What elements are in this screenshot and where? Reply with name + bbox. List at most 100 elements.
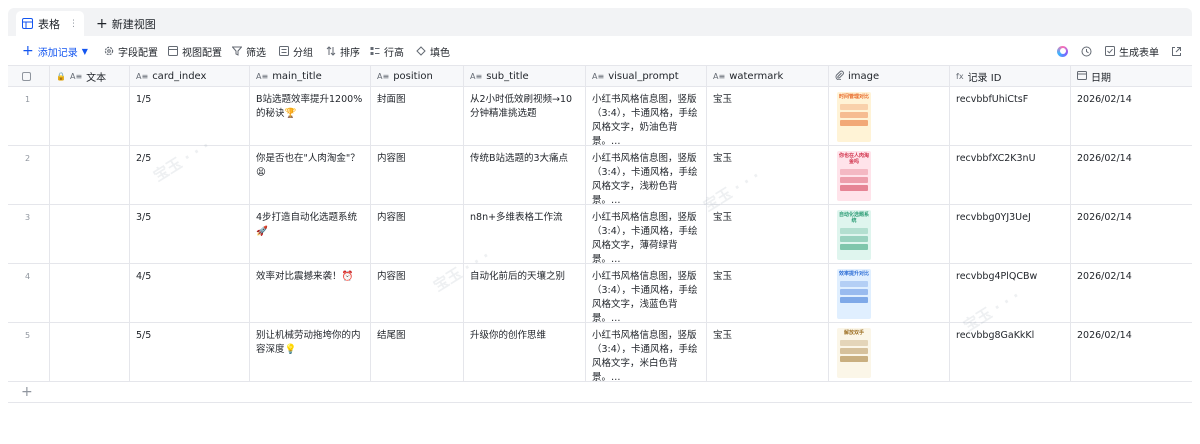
- gear-icon: [104, 46, 114, 56]
- text-cell[interactable]: [50, 146, 130, 205]
- generate-form-label: 生成表单: [1119, 47, 1159, 59]
- date-cell[interactable]: 2026/02/14: [1071, 146, 1192, 205]
- record-id-cell[interactable]: recvbbfUhiCtsF: [950, 87, 1071, 146]
- sub-title-cell[interactable]: 自动化前后的天壤之别: [464, 264, 586, 323]
- image-thumbnail[interactable]: 解放双手: [837, 328, 871, 378]
- watermark-cell[interactable]: 宝玉: [707, 323, 829, 382]
- more-vertical-icon[interactable]: ⋮: [69, 19, 78, 29]
- record-id-cell[interactable]: recvbbg0YJ3UeJ: [950, 205, 1071, 264]
- image-thumbnail[interactable]: 效率提升对比: [837, 269, 871, 319]
- visual-prompt-cell[interactable]: 小红书风格信息图，竖版（3:4），卡通风格，手绘风格文字，浅粉色背景。…: [586, 146, 707, 205]
- column-header-visual-prompt[interactable]: A≡ visual_prompt: [586, 66, 707, 87]
- row-height-button[interactable]: 行高: [370, 36, 404, 66]
- sub-title-cell-text: 从2小时低效刷视频→10分钟精准挑选题: [470, 94, 573, 119]
- image-cell[interactable]: 解放双手: [829, 323, 950, 382]
- column-header-main-title[interactable]: A≡ main_title: [250, 66, 371, 87]
- ai-assistant-button[interactable]: [1057, 36, 1068, 66]
- field-config-button[interactable]: 字段配置: [104, 36, 158, 66]
- column-header-card-index[interactable]: A≡ card_index: [130, 66, 250, 87]
- share-icon: [1171, 46, 1182, 57]
- position-cell[interactable]: 内容图: [371, 205, 464, 264]
- card-index-cell[interactable]: 1/5: [130, 87, 250, 146]
- date-cell[interactable]: 2026/02/14: [1071, 264, 1192, 323]
- select-all-header[interactable]: [8, 66, 50, 87]
- view-config-button[interactable]: 视图配置: [168, 36, 222, 66]
- column-header-record-id[interactable]: fx 记录 ID: [950, 66, 1071, 87]
- fill-color-button[interactable]: 填色: [416, 36, 450, 66]
- add-record-button[interactable]: + 添加记录 ▼: [22, 36, 88, 66]
- position-cell-text: 内容图: [377, 271, 406, 282]
- card-index-cell[interactable]: 2/5: [130, 146, 250, 205]
- date-cell[interactable]: 2026/02/14: [1071, 87, 1192, 146]
- text-cell[interactable]: [50, 264, 130, 323]
- filter-button[interactable]: 筛选: [232, 36, 266, 66]
- column-header-label: watermark: [729, 70, 784, 82]
- thumbnail-graphic: [840, 289, 868, 295]
- image-thumbnail[interactable]: 自动化选题系统: [837, 210, 871, 260]
- position-cell[interactable]: 内容图: [371, 264, 464, 323]
- main-title-cell[interactable]: B站选题效率提升1200%的秘诀🏆: [250, 87, 371, 146]
- visual-prompt-cell[interactable]: 小红书风格信息图，竖版（3:4），卡通风格，手绘风格文字，薄荷绿背景。…: [586, 205, 707, 264]
- main-title-cell[interactable]: 效率对比震撼来袭！⏰: [250, 264, 371, 323]
- select-all-checkbox[interactable]: [22, 71, 31, 81]
- record-id-cell[interactable]: recvbbfXC2K3nU: [950, 146, 1071, 205]
- column-header-position[interactable]: A≡ position: [371, 66, 464, 87]
- main-title-cell[interactable]: 别让机械劳动拖垮你的内容深度💡: [250, 323, 371, 382]
- generate-form-button[interactable]: 生成表单: [1105, 36, 1159, 66]
- record-id-cell[interactable]: recvbbg8GaKkKl: [950, 323, 1071, 382]
- sub-title-cell[interactable]: 升级你的创作思维: [464, 323, 586, 382]
- field-config-label: 字段配置: [118, 47, 158, 59]
- image-cell[interactable]: 你也在人肉淘金吗: [829, 146, 950, 205]
- tab-table[interactable]: 表格 ⋮: [16, 11, 84, 36]
- column-header-sub-title[interactable]: A≡ sub_title: [464, 66, 586, 87]
- record-id-cell[interactable]: recvbbg4PlQCBw: [950, 264, 1071, 323]
- column-header-image[interactable]: image: [829, 66, 950, 87]
- image-cell[interactable]: 效率提升对比: [829, 264, 950, 323]
- group-button[interactable]: 分组: [279, 36, 313, 66]
- text-cell[interactable]: [50, 87, 130, 146]
- main-title-cell-text: 你是否也在"人肉淘金"？😫: [256, 153, 360, 178]
- card-index-cell[interactable]: 4/5: [130, 264, 250, 323]
- image-thumbnail[interactable]: 你也在人肉淘金吗: [837, 151, 871, 201]
- watermark-cell[interactable]: 宝玉: [707, 264, 829, 323]
- image-cell[interactable]: 自动化选题系统: [829, 205, 950, 264]
- thumbnail-graphic: [840, 281, 868, 287]
- add-row-button[interactable]: +: [8, 382, 1192, 403]
- history-button[interactable]: [1081, 36, 1092, 66]
- text-cell[interactable]: [50, 323, 130, 382]
- share-button[interactable]: [1171, 36, 1182, 66]
- watermark-cell[interactable]: 宝玉: [707, 146, 829, 205]
- card-index-cell-text: 3/5: [136, 212, 152, 223]
- visual-prompt-cell[interactable]: 小红书风格信息图，竖版（3:4），卡通风格，手绘风格文字，浅蓝色背景。…: [586, 264, 707, 323]
- column-header-date[interactable]: 日期: [1071, 66, 1192, 87]
- main-title-cell[interactable]: 你是否也在"人肉淘金"？😫: [250, 146, 371, 205]
- plus-icon: +: [22, 43, 34, 59]
- column-header-text[interactable]: 🔒 A≡ 文本: [50, 66, 130, 87]
- thumbnail-title: 自动化选题系统: [838, 212, 869, 224]
- thumbnail-title: 你也在人肉淘金吗: [838, 153, 869, 165]
- watermark-cell[interactable]: 宝玉: [707, 205, 829, 264]
- sub-title-cell[interactable]: n8n+多维表格工作流: [464, 205, 586, 264]
- card-index-cell[interactable]: 3/5: [130, 205, 250, 264]
- date-cell[interactable]: 2026/02/14: [1071, 323, 1192, 382]
- record-id-cell-text: recvbbg0YJ3UeJ: [956, 212, 1031, 223]
- position-cell[interactable]: 内容图: [371, 146, 464, 205]
- thumbnail-graphic: [840, 236, 868, 242]
- watermark-cell[interactable]: 宝玉: [707, 87, 829, 146]
- visual-prompt-cell[interactable]: 小红书风格信息图，竖版（3:4），卡通风格，手绘风格文字，奶油色背景。…: [586, 87, 707, 146]
- position-cell[interactable]: 封面图: [371, 87, 464, 146]
- date-cell[interactable]: 2026/02/14: [1071, 205, 1192, 264]
- sub-title-cell[interactable]: 传统B站选题的3大痛点: [464, 146, 586, 205]
- image-thumbnail[interactable]: 时间管理对比: [837, 92, 871, 142]
- text-cell[interactable]: [50, 205, 130, 264]
- sort-button[interactable]: 排序: [326, 36, 360, 66]
- visual-prompt-cell[interactable]: 小红书风格信息图，竖版（3:4），卡通风格，手绘风格文字，米白色背景。…: [586, 323, 707, 382]
- main-title-cell[interactable]: 4步打造自动化选题系统🚀: [250, 205, 371, 264]
- position-cell[interactable]: 结尾图: [371, 323, 464, 382]
- chevron-down-icon[interactable]: ▼: [82, 47, 88, 56]
- image-cell[interactable]: 时间管理对比: [829, 87, 950, 146]
- new-view-button[interactable]: + 新建视图: [96, 16, 156, 32]
- card-index-cell[interactable]: 5/5: [130, 323, 250, 382]
- sub-title-cell[interactable]: 从2小时低效刷视频→10分钟精准挑选题: [464, 87, 586, 146]
- column-header-watermark[interactable]: A≡ watermark: [707, 66, 829, 87]
